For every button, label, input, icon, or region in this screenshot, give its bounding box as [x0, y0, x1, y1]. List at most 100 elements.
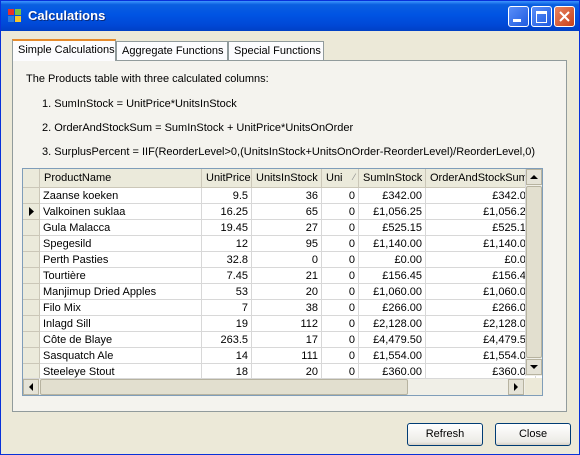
cell-suminstock[interactable]: £1,554.00 — [359, 348, 426, 364]
cell-orderandstocksum[interactable]: £4,479.50 — [426, 332, 536, 348]
cell-uni[interactable]: 0 — [322, 236, 359, 252]
cell-unitsinstock[interactable]: 112 — [252, 316, 322, 332]
cell-orderandstocksum[interactable]: £342.00 — [426, 188, 536, 204]
vertical-scrollbar[interactable] — [525, 169, 542, 376]
cell-unitprice[interactable]: 14 — [202, 348, 252, 364]
cell-productname[interactable]: Filo Mix — [40, 300, 202, 316]
row-header[interactable] — [23, 236, 40, 252]
cell-suminstock[interactable]: £1,060.00 — [359, 284, 426, 300]
cell-orderandstocksum[interactable]: £0.00 — [426, 252, 536, 268]
cell-unitprice[interactable]: 32.8 — [202, 252, 252, 268]
cell-uni[interactable]: 0 — [322, 332, 359, 348]
cell-unitsinstock[interactable]: 21 — [252, 268, 322, 284]
cell-unitprice[interactable]: 16.25 — [202, 204, 252, 220]
cell-unitsinstock[interactable]: 27 — [252, 220, 322, 236]
scroll-up-button[interactable] — [526, 169, 542, 185]
cell-orderandstocksum[interactable]: £266.00 — [426, 300, 536, 316]
cell-orderandstocksum[interactable]: £2,128.00 — [426, 316, 536, 332]
cell-suminstock[interactable]: £4,479.50 — [359, 332, 426, 348]
scroll-down-button[interactable] — [526, 359, 542, 375]
cell-unitprice[interactable]: 9.5 — [202, 188, 252, 204]
column-header-productname[interactable]: ProductName — [40, 169, 202, 188]
cell-unitprice[interactable]: 7 — [202, 300, 252, 316]
row-header[interactable] — [23, 284, 40, 300]
minimize-button[interactable] — [508, 6, 529, 27]
cell-productname[interactable]: Côte de Blaye — [40, 332, 202, 348]
cell-suminstock[interactable]: £266.00 — [359, 300, 426, 316]
cell-unitprice[interactable]: 7.45 — [202, 268, 252, 284]
grid-header-corner[interactable] — [23, 169, 40, 188]
row-header[interactable] — [23, 252, 40, 268]
row-header[interactable] — [23, 268, 40, 284]
cell-productname[interactable]: Zaanse koeken — [40, 188, 202, 204]
cell-uni[interactable]: 0 — [322, 220, 359, 236]
row-header[interactable] — [23, 220, 40, 236]
tab-simple-calculations[interactable]: Simple Calculations — [12, 39, 116, 61]
refresh-button[interactable]: Refresh — [407, 423, 483, 446]
cell-unitsinstock[interactable]: 65 — [252, 204, 322, 220]
column-header-unitsinstock[interactable]: UnitsInStock — [252, 169, 322, 188]
column-header-unitprice[interactable]: UnitPrice — [202, 169, 252, 188]
cell-productname[interactable]: Spegesild — [40, 236, 202, 252]
cell-suminstock[interactable]: £1,140.00 — [359, 236, 426, 252]
column-header-orderandstocksum[interactable]: OrderAndStockSum — [426, 169, 536, 188]
scroll-left-button[interactable] — [23, 379, 39, 395]
cell-unitsinstock[interactable]: 95 — [252, 236, 322, 252]
cell-unitsinstock[interactable]: 0 — [252, 252, 322, 268]
close-window-button[interactable] — [554, 6, 575, 27]
cell-unitprice[interactable]: 12 — [202, 236, 252, 252]
cell-productname[interactable]: Inlagd Sill — [40, 316, 202, 332]
cell-unitsinstock[interactable]: 17 — [252, 332, 322, 348]
cell-unitsinstock[interactable]: 38 — [252, 300, 322, 316]
column-header-suminstock[interactable]: SumInStock — [359, 169, 426, 188]
cell-productname[interactable]: Manjimup Dried Apples — [40, 284, 202, 300]
row-header[interactable] — [23, 332, 40, 348]
cell-unitprice[interactable]: 53 — [202, 284, 252, 300]
cell-unitprice[interactable]: 19 — [202, 316, 252, 332]
cell-orderandstocksum[interactable]: £1,140.00 — [426, 236, 536, 252]
cell-productname[interactable]: Sasquatch Ale — [40, 348, 202, 364]
cell-uni[interactable]: 0 — [322, 348, 359, 364]
cell-unitprice[interactable]: 263.5 — [202, 332, 252, 348]
horizontal-scrollbar[interactable] — [23, 378, 525, 395]
scroll-right-button[interactable] — [508, 379, 524, 395]
title-bar[interactable]: Calculations — [1, 1, 579, 31]
cell-uni[interactable]: 0 — [322, 284, 359, 300]
cell-productname[interactable]: Tourtière — [40, 268, 202, 284]
cell-uni[interactable]: 0 — [322, 188, 359, 204]
cell-uni[interactable]: 0 — [322, 252, 359, 268]
cell-uni[interactable]: 0 — [322, 268, 359, 284]
products-grid[interactable]: ProductName UnitPrice UnitsInStock Uni ⁄ SumI… — [22, 168, 543, 396]
close-button[interactable]: Close — [495, 423, 571, 446]
cell-productname[interactable]: Gula Malacca — [40, 220, 202, 236]
cell-suminstock[interactable]: £1,056.25 — [359, 204, 426, 220]
cell-orderandstocksum[interactable]: £525.15 — [426, 220, 536, 236]
tab-special-functions[interactable]: Special Functions — [228, 41, 324, 60]
column-header-uni[interactable]: Uni ⁄ — [322, 169, 359, 188]
row-header[interactable] — [23, 348, 40, 364]
row-header[interactable] — [23, 316, 40, 332]
cell-orderandstocksum[interactable]: £156.45 — [426, 268, 536, 284]
row-header[interactable] — [23, 204, 40, 220]
cell-uni[interactable]: 0 — [322, 204, 359, 220]
cell-productname[interactable]: Perth Pasties — [40, 252, 202, 268]
cell-orderandstocksum[interactable]: £1,056.25 — [426, 204, 536, 220]
cell-suminstock[interactable]: £156.45 — [359, 268, 426, 284]
cell-unitprice[interactable]: 19.45 — [202, 220, 252, 236]
row-header[interactable] — [23, 188, 40, 204]
cell-unitsinstock[interactable]: 111 — [252, 348, 322, 364]
cell-unitsinstock[interactable]: 36 — [252, 188, 322, 204]
cell-uni[interactable]: 0 — [322, 300, 359, 316]
cell-orderandstocksum[interactable]: £1,060.00 — [426, 284, 536, 300]
row-header[interactable] — [23, 300, 40, 316]
cell-suminstock[interactable]: £342.00 — [359, 188, 426, 204]
maximize-button[interactable] — [531, 6, 552, 27]
cell-unitsinstock[interactable]: 20 — [252, 284, 322, 300]
cell-suminstock[interactable]: £0.00 — [359, 252, 426, 268]
cell-orderandstocksum[interactable]: £1,554.00 — [426, 348, 536, 364]
vertical-scroll-thumb[interactable] — [526, 186, 542, 358]
cell-suminstock[interactable]: £2,128.00 — [359, 316, 426, 332]
horizontal-scroll-thumb[interactable] — [40, 379, 408, 395]
cell-uni[interactable]: 0 — [322, 316, 359, 332]
cell-productname[interactable]: Valkoinen suklaa — [40, 204, 202, 220]
